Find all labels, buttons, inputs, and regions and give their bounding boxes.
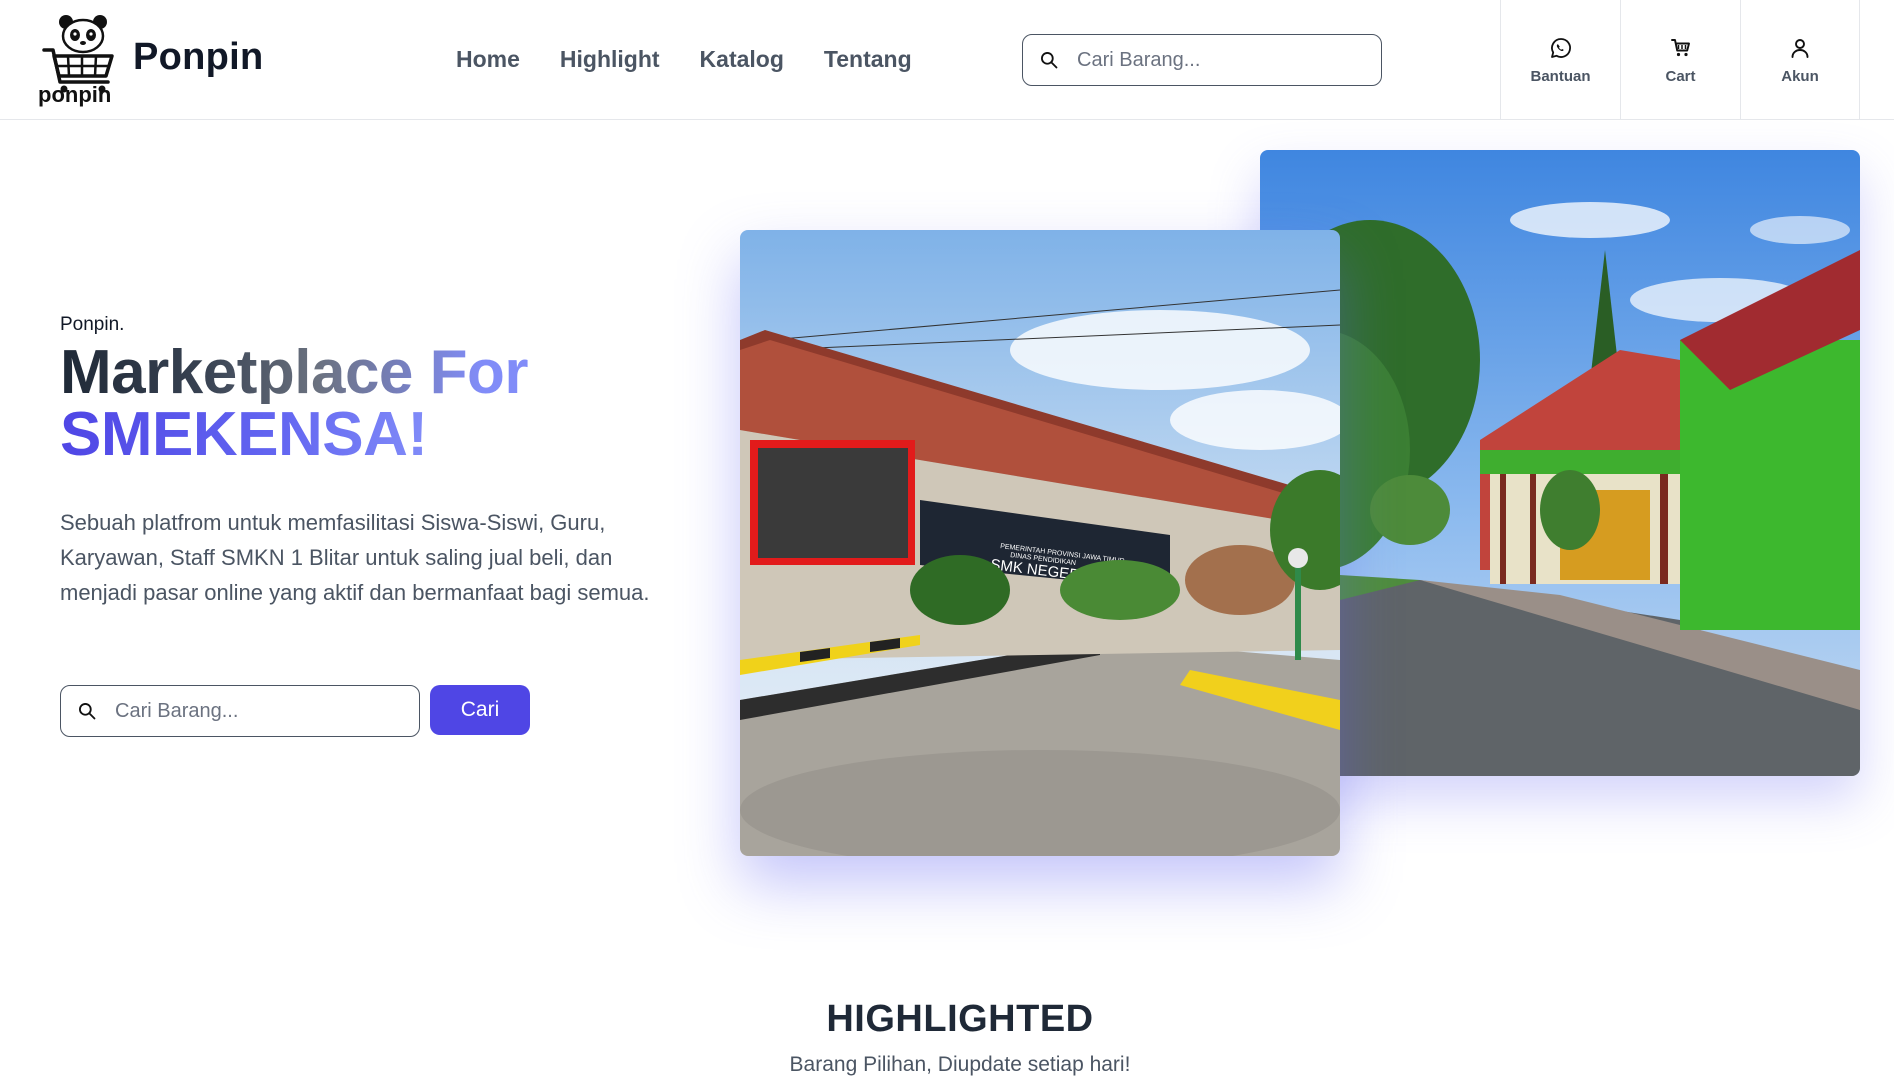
highlighted-subtitle: Barang Pilihan, Diupdate setiap hari! [789,1053,1131,1076]
cart-label: Cart [1665,67,1696,85]
hero-search[interactable] [60,685,420,737]
site-header: ponpin Ponpin Home Highlight Katalog Ten… [0,0,1894,120]
header-search[interactable] [1022,34,1382,86]
nav-tentang[interactable]: Tentang [824,46,912,73]
school-photo-cooperative [1260,150,1860,776]
hero-description: Sebuah platfrom untuk memfasilitasi Sisw… [60,510,650,605]
header-search-input[interactable] [1077,48,1357,72]
ponpin-logo[interactable]: ponpin [38,12,122,108]
nav-home[interactable]: Home [456,46,520,73]
logo-text: ponpin [38,82,112,107]
cari-button[interactable]: Cari [430,685,530,735]
highlighted-title: HIGHLIGHTED [826,998,1094,1040]
nav-katalog[interactable]: Katalog [700,46,784,73]
whatsapp-icon [1550,37,1571,58]
school-photo-main-building: PEMERINTAH PROVINSI JAWA TIMUR DINAS PEN… [740,230,1340,856]
search-icon [79,703,96,720]
bantuan-label: Bantuan [1530,67,1591,85]
hero-headline-line1: Marketplace For [60,338,529,407]
akun-label: Akun [1781,67,1819,85]
bantuan-button[interactable]: Bantuan [1500,0,1620,120]
brand-name[interactable]: Ponpin [133,36,264,79]
header-actions: Bantuan Cart Akun [1500,0,1860,120]
hero-kicker: Ponpin. [60,314,125,335]
akun-button[interactable]: Akun [1740,0,1860,120]
hero-headline-line2: SMEKENSA! [60,400,428,469]
hero-headline: Marketplace For SMEKENSA! [60,338,529,469]
nav-highlight[interactable]: Highlight [560,46,660,73]
cart-button[interactable]: Cart [1620,0,1740,120]
user-icon [1791,38,1809,58]
main-nav: Home Highlight Katalog Tentang [456,46,912,73]
cart-icon [1670,38,1690,56]
search-icon [1041,52,1058,69]
hero-search-input[interactable] [115,699,395,723]
